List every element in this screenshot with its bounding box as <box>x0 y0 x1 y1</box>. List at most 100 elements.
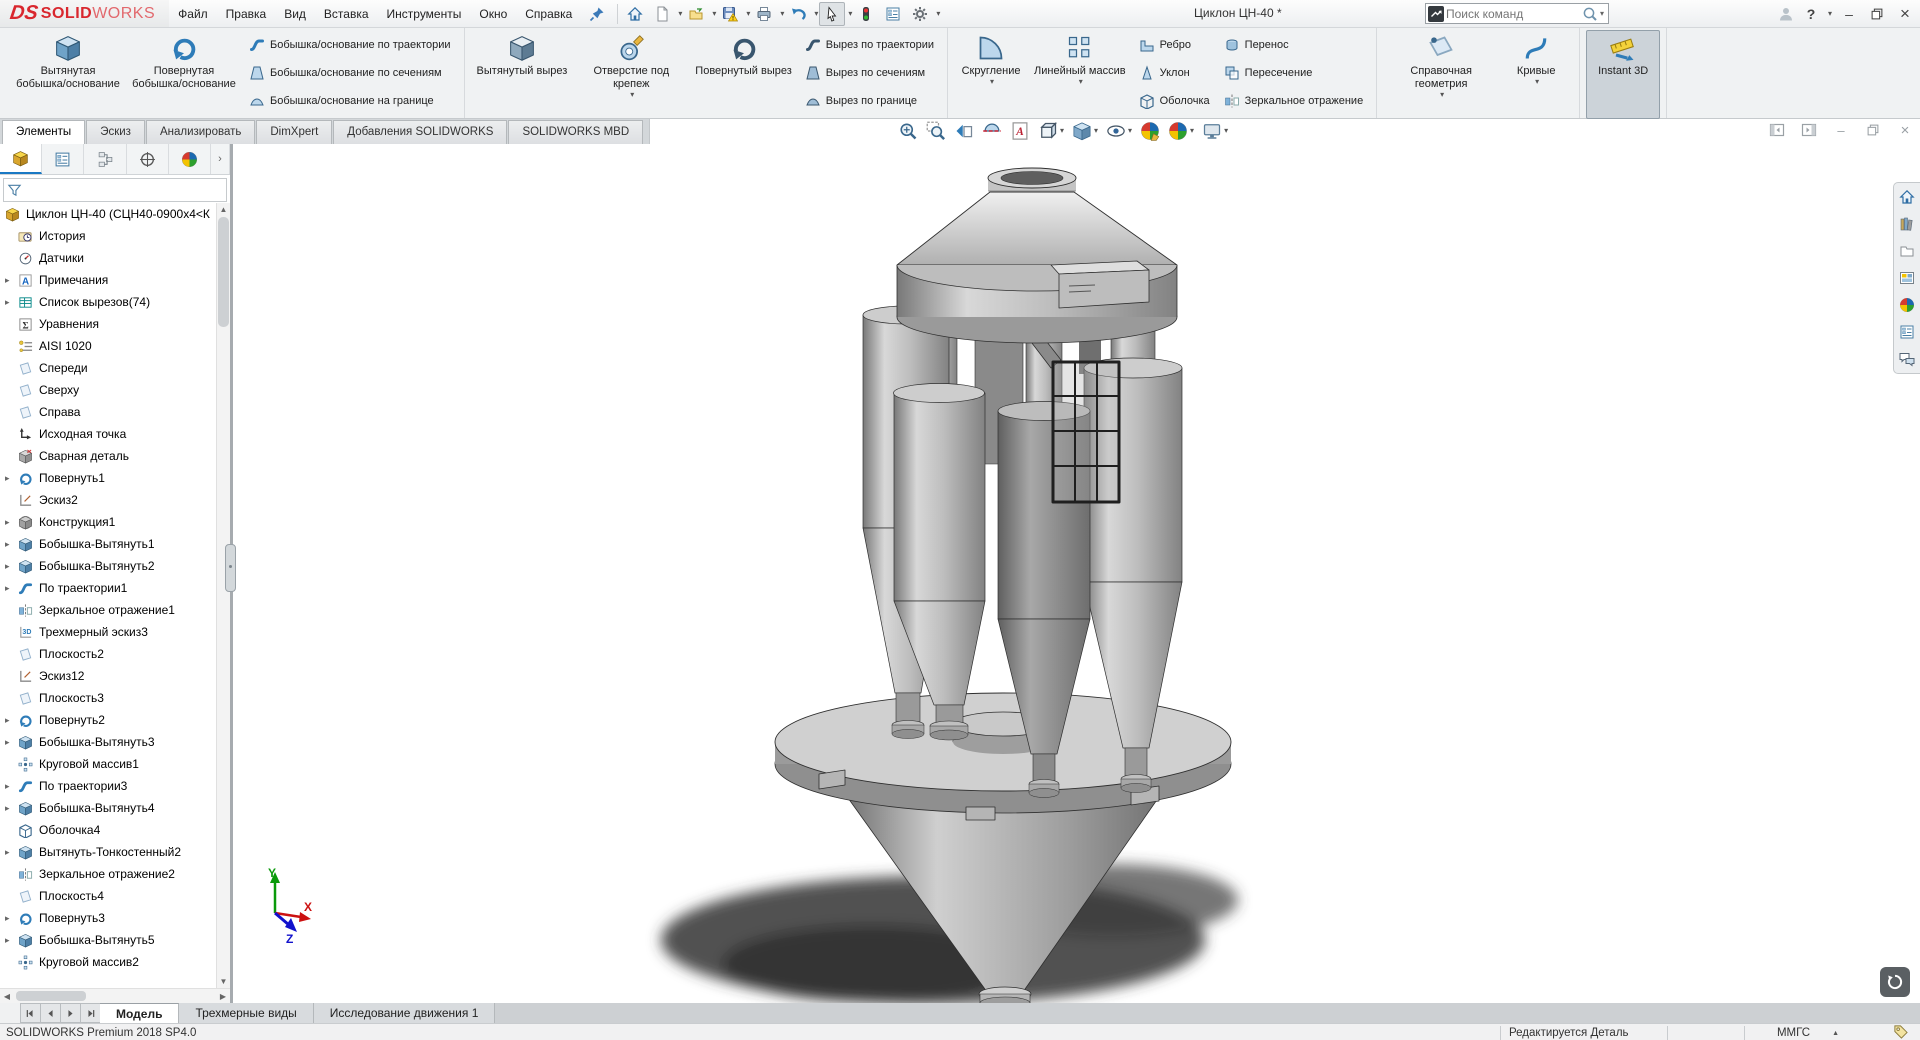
previous-tab-button[interactable] <box>40 1003 60 1023</box>
tab-Добавления SOLIDWORKS[interactable]: Добавления SOLIDWORKS <box>333 120 507 144</box>
tree-item[interactable]: Плоскость4 <box>0 885 217 907</box>
collapse-right-pane-icon[interactable] <box>1800 121 1818 139</box>
doc-tab-Трехмерные виды[interactable]: Трехмерные виды <box>179 1003 313 1023</box>
expand-tabs-chevron[interactable]: › <box>211 144 230 174</box>
tree-item[interactable]: 3DТрехмерный эскиз3 <box>0 621 217 643</box>
configuration-manager-tab[interactable] <box>84 144 126 174</box>
apply-scene-button[interactable]: ▾ <box>1166 120 1196 142</box>
ribbon-button-rib[interactable]: Ребро <box>1132 31 1217 59</box>
taskpane-custom-properties-button[interactable] <box>1897 322 1917 342</box>
doc-restore-icon[interactable] <box>1864 121 1882 139</box>
expand-arrow-icon[interactable]: ▸ <box>5 715 18 726</box>
ribbon-button-intersect[interactable]: Пересечение <box>1217 59 1371 87</box>
tree-item[interactable]: ΣУравнения <box>0 313 217 335</box>
collapse-left-pane-icon[interactable] <box>1768 121 1786 139</box>
search-input[interactable] <box>1444 6 1582 22</box>
hide-show-items-button[interactable]: ▾ <box>1104 120 1134 142</box>
features-manager-tab[interactable] <box>0 144 42 174</box>
ribbon-button-shell-feature[interactable]: Оболочка <box>1132 87 1217 115</box>
graphics-viewport[interactable]: Y X Z <box>233 144 1920 1003</box>
expand-arrow-icon[interactable]: ▸ <box>5 583 18 594</box>
ribbon-button-swept-cut[interactable]: Вырез по траектории <box>798 31 941 59</box>
rebuild-traffic-light-button[interactable] <box>853 2 879 26</box>
section-view-button[interactable] <box>980 120 1004 142</box>
dropdown-icon[interactable]: ▾ <box>848 10 852 18</box>
tree-item[interactable]: ▸По траектории1 <box>0 577 217 599</box>
tree-item[interactable]: Сварная деталь <box>0 445 217 467</box>
dropdown-icon[interactable]: ▾ <box>936 10 940 18</box>
view-orientation-button[interactable]: ▾ <box>1036 120 1066 142</box>
doc-tab-Модель[interactable]: Модель <box>100 1003 179 1023</box>
tree-item[interactable]: ▸Список вырезов(74) <box>0 291 217 313</box>
ribbon-button-boundary-boss[interactable]: Бобышка/основание на границе <box>242 87 458 115</box>
dropdown-icon[interactable]: ▾ <box>678 10 682 18</box>
undo-button[interactable] <box>785 2 811 26</box>
dropdown-icon[interactable]: ▾ <box>780 10 784 18</box>
previous-view-button[interactable] <box>952 120 976 142</box>
expand-arrow-icon[interactable]: ▸ <box>5 935 18 946</box>
ribbon-button-lofted-boss[interactable]: Бобышка/основание по сечениям <box>242 59 458 87</box>
annotations-visibility-button[interactable]: A <box>1008 120 1032 142</box>
next-tab-button[interactable] <box>60 1003 80 1023</box>
dropdown-icon[interactable]: ▾ <box>1440 91 1444 99</box>
scroll-left-icon[interactable]: ◀ <box>0 992 14 1001</box>
expand-arrow-icon[interactable]: ▸ <box>5 737 18 748</box>
tree-item[interactable]: ▸Повернуть3 <box>0 907 217 929</box>
expand-arrow-icon[interactable]: ▸ <box>5 539 18 550</box>
dropdown-icon[interactable]: ▾ <box>746 10 750 18</box>
ribbon-button-linear-pattern[interactable]: Линейный массив▾ <box>1028 30 1132 119</box>
tree-item[interactable]: ▸AПримечания <box>0 269 217 291</box>
dropdown-icon[interactable]: ▾ <box>630 91 634 99</box>
scrollbar-thumb[interactable] <box>16 991 86 1001</box>
first-tab-button[interactable] <box>20 1003 40 1023</box>
expand-arrow-icon[interactable]: ▸ <box>5 561 18 572</box>
menu-Справка[interactable]: Справка <box>516 2 581 26</box>
ribbon-button-swept-boss[interactable]: Бобышка/основание по траектории <box>242 31 458 59</box>
tree-item[interactable]: Эскиз12 <box>0 665 217 687</box>
edit-appearance-button[interactable] <box>1138 120 1162 142</box>
tree-item[interactable]: ▸Бобышка-Вытянуть3 <box>0 731 217 753</box>
panel-splitter-handle[interactable] <box>225 544 236 592</box>
tree-item[interactable]: История <box>0 225 217 247</box>
print-button[interactable] <box>751 2 777 26</box>
home-button[interactable] <box>622 2 648 26</box>
tab-Эскиз[interactable]: Эскиз <box>86 120 145 144</box>
ribbon-button-extruded-cut[interactable]: Вытянутый вырез <box>471 30 574 119</box>
close-button[interactable]: × <box>1894 3 1916 25</box>
tab-Анализировать[interactable]: Анализировать <box>146 120 255 144</box>
search-dropdown-icon[interactable]: ▾ <box>1598 9 1606 18</box>
new-document-button[interactable] <box>649 2 675 26</box>
command-search[interactable]: ▾ <box>1425 3 1609 24</box>
display-style-button[interactable]: ▾ <box>1070 120 1100 142</box>
tab-DimXpert[interactable]: DimXpert <box>256 120 332 144</box>
scrollbar-thumb[interactable] <box>218 217 229 327</box>
ribbon-button-curves[interactable]: Кривые▾ <box>1499 30 1573 119</box>
tree-item[interactable]: Справа <box>0 401 217 423</box>
solidworks-rx-icon[interactable] <box>1880 967 1910 997</box>
tree-item[interactable]: ▸Вытянуть-Тонкостенный2 <box>0 841 217 863</box>
expand-arrow-icon[interactable]: ▸ <box>5 803 18 814</box>
dropdown-icon[interactable]: ▾ <box>1128 127 1132 135</box>
expand-arrow-icon[interactable]: ▸ <box>5 913 18 924</box>
save-button[interactable] <box>717 2 743 26</box>
zoom-area-button[interactable] <box>924 120 948 142</box>
menu-Окно[interactable]: Окно <box>470 2 516 26</box>
last-tab-button[interactable] <box>80 1003 100 1023</box>
tree-item[interactable]: Круговой массив1 <box>0 753 217 775</box>
menu-Вставка[interactable]: Вставка <box>315 2 378 26</box>
dropdown-icon[interactable]: ▾ <box>814 10 818 18</box>
tree-item[interactable]: Датчики <box>0 247 217 269</box>
search-magnifier-icon[interactable] <box>1582 6 1598 22</box>
expand-arrow-icon[interactable]: ▸ <box>5 297 18 308</box>
taskpane-home-button[interactable] <box>1897 187 1917 207</box>
taskpane-appearances-button[interactable] <box>1897 295 1917 315</box>
dropdown-icon[interactable]: ▾ <box>1094 127 1098 135</box>
tree-filter[interactable] <box>3 178 227 202</box>
view-settings-button[interactable]: ▾ <box>1200 120 1230 142</box>
ribbon-button-hole-wizard[interactable]: Отверстие под крепеж▾ <box>573 30 689 119</box>
tab-SOLIDWORKS MBD[interactable]: SOLIDWORKS MBD <box>508 120 643 144</box>
tree-item[interactable]: Плоскость2 <box>0 643 217 665</box>
dropdown-icon[interactable]: ▾ <box>1079 78 1083 86</box>
ribbon-button-extruded-boss[interactable]: Вытянутая бобышка/основание <box>10 30 126 119</box>
tag-icon[interactable] <box>1893 1024 1908 1040</box>
